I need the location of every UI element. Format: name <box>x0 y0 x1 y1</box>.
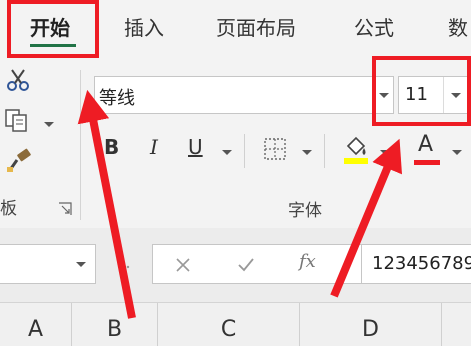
formula-bar: fx 123456789 <box>0 228 471 302</box>
column-header-c[interactable]: C <box>158 303 300 346</box>
bold-button[interactable]: B <box>104 135 119 159</box>
format-painter-icon[interactable] <box>4 148 34 174</box>
group-separator <box>80 70 81 220</box>
clipboard-group-label: 板 <box>0 199 17 219</box>
font-name-value[interactable]: 等线 <box>99 84 135 110</box>
formula-input[interactable]: 123456789 <box>362 244 471 284</box>
dialog-launcher-icon[interactable] <box>58 202 72 216</box>
insert-function-button[interactable]: fx <box>299 251 316 272</box>
tab-insert[interactable]: 插入 <box>124 12 164 41</box>
formula-buttons: fx <box>152 244 362 284</box>
italic-button[interactable]: I <box>150 135 158 159</box>
tab-data[interactable]: 数 <box>448 12 468 41</box>
name-box-chevron-down-icon[interactable] <box>76 262 86 267</box>
font-group-label: 字体 <box>288 201 322 221</box>
font-color-chevron-down-icon[interactable] <box>452 150 462 155</box>
font-name-combobox[interactable]: 等线 <box>94 76 394 114</box>
highlight-box-home-tab <box>7 0 99 58</box>
name-box[interactable] <box>0 244 96 284</box>
scissors-icon[interactable] <box>4 66 32 94</box>
fill-color-chevron-down-icon[interactable] <box>380 150 390 155</box>
borders-icon[interactable] <box>262 136 288 162</box>
formula-value[interactable]: 123456789 <box>372 253 471 274</box>
clipboard-group: 板 <box>0 60 80 228</box>
copy-icon[interactable] <box>4 108 32 134</box>
ribbon-tab-bar: 开始 插入 页面布局 公式 数 <box>0 0 471 60</box>
tab-formulas[interactable]: 公式 <box>354 12 394 41</box>
ribbon-separator <box>244 134 245 168</box>
ribbon-separator <box>324 134 325 168</box>
column-header-d[interactable]: D <box>300 303 442 346</box>
cancel-icon[interactable] <box>175 257 191 273</box>
column-header-a[interactable]: A <box>0 303 72 346</box>
column-headers: A B C D <box>0 302 471 346</box>
font-color-swatch <box>414 160 440 165</box>
font-color-button[interactable]: A <box>418 132 433 157</box>
paste-options-chevron-down-icon[interactable] <box>44 122 54 127</box>
excel-window: 开始 插入 页面布局 公式 数 板 等线 11 B I U A 字体 fx 12… <box>0 0 471 346</box>
fill-color-swatch <box>344 158 368 164</box>
tab-page-layout[interactable]: 页面布局 <box>216 12 296 41</box>
resize-handle-icon[interactable] <box>120 262 130 272</box>
enter-icon[interactable] <box>237 257 255 273</box>
ribbon: 板 等线 11 B I U A 字体 <box>0 56 471 228</box>
highlight-box-font-size <box>372 56 471 126</box>
fill-color-icon[interactable] <box>342 132 372 166</box>
underline-button[interactable]: U <box>188 135 203 159</box>
underline-chevron-down-icon[interactable] <box>222 150 232 155</box>
borders-chevron-down-icon[interactable] <box>302 150 312 155</box>
column-header-e[interactable] <box>442 303 471 346</box>
column-header-b[interactable]: B <box>72 303 158 346</box>
